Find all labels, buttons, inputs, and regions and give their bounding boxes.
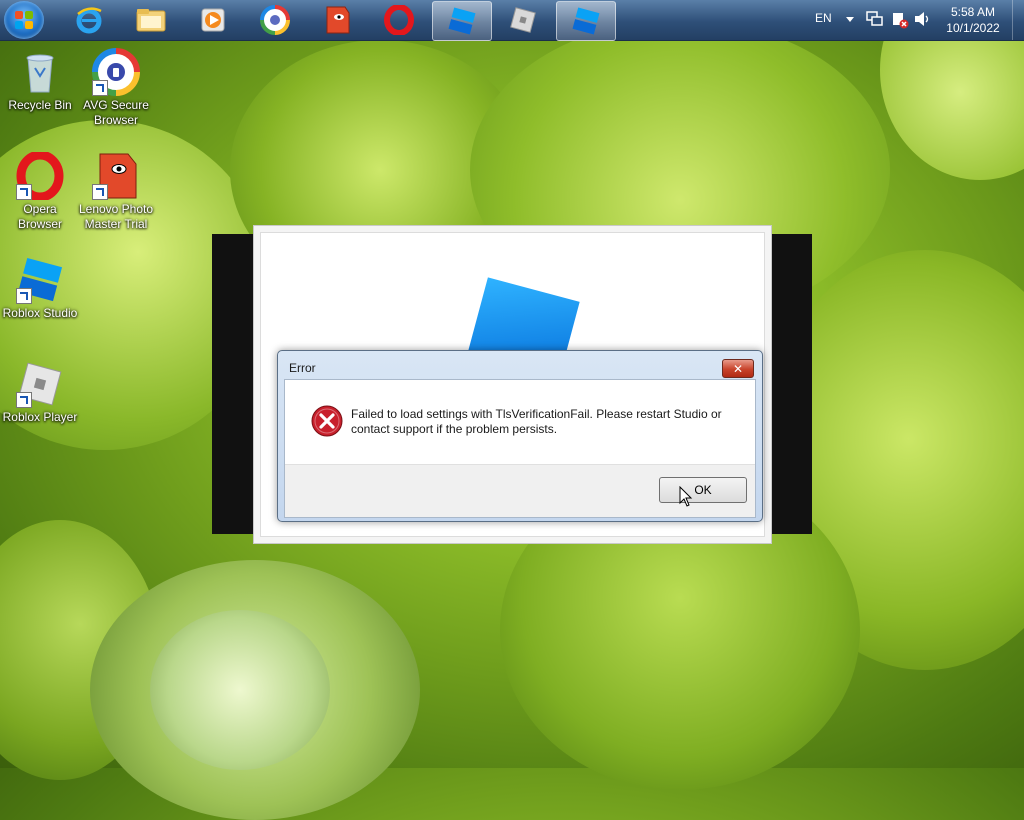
network-icon[interactable] xyxy=(866,11,884,27)
desktop-icon-label: AVG Secure Browser xyxy=(83,98,149,127)
error-icon xyxy=(311,405,343,437)
internet-explorer-icon xyxy=(76,7,102,34)
shortcut-arrow-icon xyxy=(16,392,32,408)
show-desktop-button[interactable] xyxy=(1012,0,1024,40)
desktop-icon-roblox-player[interactable]: Roblox Player xyxy=(0,360,80,425)
clock-date: 10/1/2022 xyxy=(946,21,1000,35)
desktop-icon-roblox-studio[interactable]: Roblox Studio xyxy=(0,256,80,321)
desktop-icon-recycle-bin[interactable]: Recycle Bin xyxy=(0,48,80,113)
taskbar-media-player[interactable] xyxy=(184,1,242,39)
shortcut-arrow-icon xyxy=(16,184,32,200)
volume-icon[interactable] xyxy=(914,11,932,27)
opera-icon xyxy=(384,5,414,35)
dialog-title: Error xyxy=(289,361,316,375)
roblox-studio-icon xyxy=(572,7,600,35)
shortcut-arrow-icon xyxy=(92,80,108,96)
desktop-icon-label: Recycle Bin xyxy=(8,98,72,112)
desktop-icon-label: Lenovo Photo Master Trial xyxy=(78,202,154,231)
system-clock[interactable]: 5:58 AM 10/1/2022 xyxy=(938,4,1008,36)
avg-browser-icon xyxy=(260,5,290,35)
error-message: Failed to load settings with TlsVerifica… xyxy=(351,407,722,436)
media-player-icon xyxy=(201,8,225,32)
taskbar-file-explorer[interactable] xyxy=(122,1,180,39)
lenovo-photo-icon xyxy=(326,6,350,34)
taskbar-roblox-studio-2[interactable] xyxy=(556,1,616,41)
lenovo-photo-icon xyxy=(92,152,140,200)
taskbar-internet-explorer[interactable] xyxy=(60,1,118,39)
roblox-studio-icon xyxy=(16,256,64,304)
roblox-player-icon xyxy=(510,7,536,33)
avg-browser-icon xyxy=(92,48,140,96)
taskbar: EN 5:58 AM 10/1/2022 xyxy=(0,0,1024,41)
taskbar-roblox-player[interactable] xyxy=(494,1,552,39)
taskbar-opera[interactable] xyxy=(370,1,428,39)
start-button[interactable] xyxy=(4,1,44,39)
opera-icon xyxy=(16,150,64,202)
shortcut-arrow-icon xyxy=(92,184,108,200)
desktop-icon-lenovo-photo[interactable]: Lenovo Photo Master Trial xyxy=(76,152,156,232)
action-center-icon[interactable] xyxy=(891,11,909,29)
close-button[interactable]: ✕ xyxy=(722,359,754,378)
taskbar-lenovo-photo[interactable] xyxy=(308,1,366,39)
recycle-bin-icon xyxy=(16,48,64,96)
shortcut-arrow-icon xyxy=(16,288,32,304)
desktop-icon-avg-browser[interactable]: AVG Secure Browser xyxy=(76,48,156,128)
roblox-player-icon xyxy=(16,360,64,408)
taskbar-roblox-studio-1[interactable] xyxy=(432,1,492,41)
clock-time: 5:58 AM xyxy=(950,5,996,19)
desktop-icon-label: Roblox Studio xyxy=(2,306,78,320)
desktop-icon-label: Roblox Player xyxy=(2,410,78,424)
roblox-studio-icon xyxy=(448,7,476,35)
mouse-cursor-icon xyxy=(679,486,693,507)
taskbar-avg-browser[interactable] xyxy=(246,1,304,39)
ok-button[interactable]: OK xyxy=(659,477,747,503)
desktop-icon-opera[interactable]: Opera Browser xyxy=(0,150,80,232)
language-indicator[interactable]: EN xyxy=(815,11,832,25)
chevron-up-icon[interactable] xyxy=(845,14,855,24)
desktop-icon-label: Opera Browser xyxy=(17,202,62,231)
folder-icon xyxy=(136,9,166,32)
windows-flag-icon xyxy=(15,11,33,29)
